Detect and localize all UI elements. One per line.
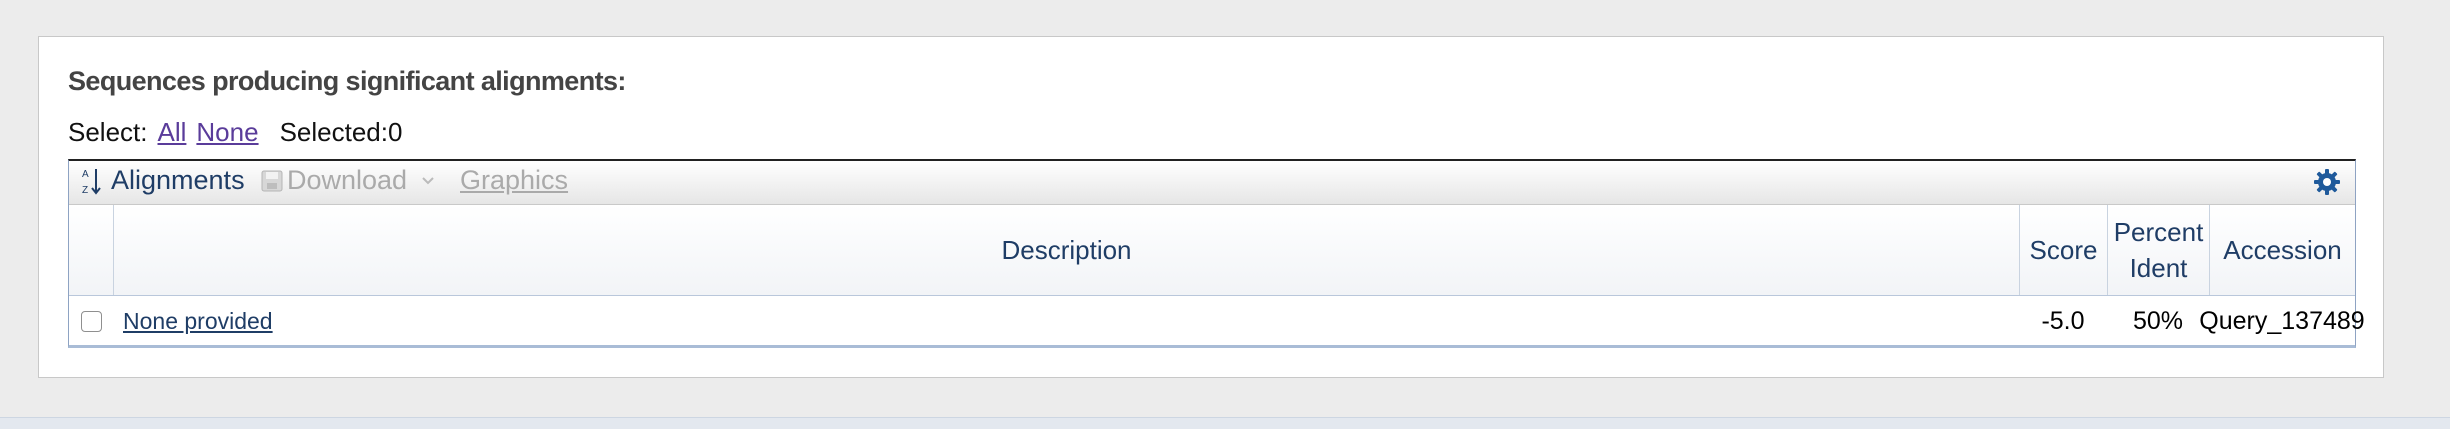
section-heading: Sequences producing significant alignmen… bbox=[68, 66, 626, 96]
header-score[interactable]: Score bbox=[2019, 205, 2107, 295]
header-description[interactable]: Description bbox=[113, 205, 2019, 295]
accession-cell: Query_137489 bbox=[2199, 307, 2365, 335]
alignments-label: Alignments bbox=[111, 165, 245, 195]
header-select-column bbox=[69, 205, 113, 295]
header-accession[interactable]: Accession bbox=[2209, 205, 2355, 295]
row-checkbox[interactable] bbox=[81, 311, 102, 332]
svg-text:Z: Z bbox=[82, 185, 88, 196]
results-toolbar: A Z Alignments Download Graphics bbox=[69, 161, 2355, 205]
table-row: None provided -5.0 50% Query_137489 bbox=[69, 296, 2365, 347]
header-ident-label: Ident bbox=[2129, 253, 2188, 283]
alignments-button[interactable]: A Z Alignments bbox=[81, 165, 245, 196]
table-header: Description Score Percent Ident Accession bbox=[69, 205, 2355, 296]
page-footer-strip bbox=[0, 417, 2450, 429]
results-table: A Z Alignments Download Graphics Descrip… bbox=[68, 159, 2365, 348]
save-icon bbox=[261, 169, 283, 193]
select-none-link[interactable]: None bbox=[196, 117, 258, 147]
gear-icon[interactable] bbox=[2313, 168, 2341, 203]
header-percent-ident[interactable]: Percent Ident bbox=[2107, 205, 2209, 295]
download-button[interactable]: Download bbox=[261, 165, 435, 196]
sort-icon: A Z bbox=[81, 166, 103, 196]
chevron-down-icon[interactable] bbox=[421, 176, 435, 186]
download-label: Download bbox=[287, 165, 408, 195]
select-label: Select: bbox=[68, 117, 148, 147]
description-link[interactable]: None provided bbox=[123, 308, 273, 335]
header-percent-label: Percent bbox=[2113, 217, 2204, 247]
graphics-link[interactable]: Graphics bbox=[460, 165, 568, 196]
row-select-cell bbox=[81, 296, 102, 347]
alignments-panel: Sequences producing significant alignmen… bbox=[38, 36, 2384, 378]
description-cell: None provided bbox=[123, 296, 273, 347]
select-all-link[interactable]: All bbox=[158, 117, 187, 147]
percent-ident-cell: 50% bbox=[2132, 307, 2184, 335]
score-cell: -5.0 bbox=[2041, 307, 2085, 335]
selected-count: Selected:0 bbox=[279, 117, 403, 147]
svg-text:A: A bbox=[82, 169, 89, 180]
select-controls: Select: All None Selected:0 bbox=[68, 117, 402, 148]
